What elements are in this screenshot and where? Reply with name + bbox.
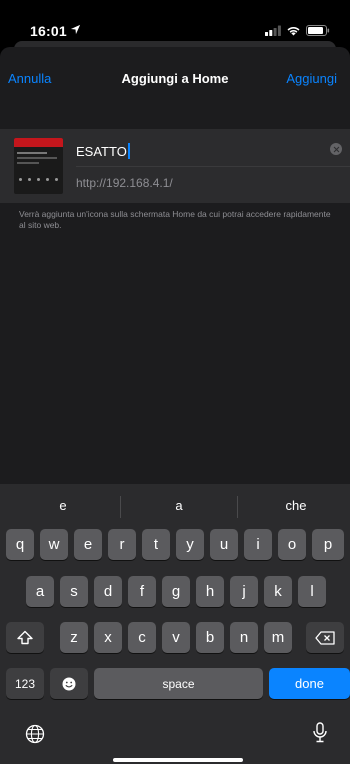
key-g[interactable]: g xyxy=(162,576,190,607)
key-w[interactable]: w xyxy=(40,529,68,560)
key-y[interactable]: y xyxy=(176,529,204,560)
key-i[interactable]: i xyxy=(244,529,272,560)
home-indicator xyxy=(113,758,243,762)
key-n[interactable]: n xyxy=(230,622,258,653)
bookmark-name-input[interactable]: ESATTO xyxy=(76,141,320,163)
space-key[interactable]: space xyxy=(94,668,263,699)
screen: 16:01 Annulla Aggiungi a Home Aggiungi E… xyxy=(0,0,350,764)
shift-icon xyxy=(17,630,33,645)
key-u[interactable]: u xyxy=(210,529,238,560)
key-j[interactable]: j xyxy=(230,576,258,607)
key-c[interactable]: c xyxy=(128,622,156,653)
emoji-icon xyxy=(62,677,76,690)
bookmark-name-value: ESATTO xyxy=(76,144,127,159)
wifi-icon xyxy=(287,27,300,36)
status-bar: 16:01 xyxy=(0,0,350,44)
field-divider xyxy=(76,166,350,167)
done-key[interactable]: done xyxy=(269,668,350,699)
globe-icon[interactable] xyxy=(25,724,45,744)
key-l[interactable]: l xyxy=(298,576,326,607)
key-d[interactable]: d xyxy=(94,576,122,607)
site-thumbnail xyxy=(14,138,63,194)
microphone-icon[interactable] xyxy=(312,722,328,744)
suggestion-2[interactable]: a xyxy=(121,498,237,513)
key-k[interactable]: k xyxy=(264,576,292,607)
status-indicators xyxy=(265,25,330,36)
hint-text: Verrà aggiunta un'icona sulla schermata … xyxy=(19,209,331,230)
key-e[interactable]: e xyxy=(74,529,102,560)
location-arrow-icon xyxy=(70,24,81,35)
shift-key[interactable] xyxy=(6,622,44,653)
clear-icon[interactable] xyxy=(330,143,342,155)
key-a[interactable]: a xyxy=(26,576,54,607)
add-button[interactable]: Aggiungi xyxy=(286,71,337,86)
backspace-key[interactable] xyxy=(306,622,344,653)
key-m[interactable]: m xyxy=(264,622,292,653)
key-v[interactable]: v xyxy=(162,622,190,653)
nav-bar: Annulla Aggiungi a Home Aggiungi xyxy=(0,61,350,97)
key-h[interactable]: h xyxy=(196,576,224,607)
key-f[interactable]: f xyxy=(128,576,156,607)
key-t[interactable]: t xyxy=(142,529,170,560)
bookmark-url: http://192.168.4.1/ xyxy=(76,176,173,190)
status-time: 16:01 xyxy=(30,23,67,39)
key-b[interactable]: b xyxy=(196,622,224,653)
suggestion-bar: e a che xyxy=(0,484,350,528)
suggestion-1[interactable]: e xyxy=(5,498,121,513)
suggestion-3[interactable]: che xyxy=(238,498,350,513)
text-caret xyxy=(127,143,130,159)
signal-icon xyxy=(265,25,281,36)
key-x[interactable]: x xyxy=(94,622,122,653)
battery-icon xyxy=(306,25,330,36)
key-p[interactable]: p xyxy=(312,529,344,560)
bookmark-card: ESATTO http://192.168.4.1/ xyxy=(0,129,350,203)
key-q[interactable]: q xyxy=(6,529,34,560)
keyboard: e a che q w e r t y u i o p a s d f g h … xyxy=(0,484,350,764)
key-z[interactable]: z xyxy=(60,622,88,653)
emoji-key[interactable] xyxy=(50,668,88,699)
numbers-key[interactable]: 123 xyxy=(6,668,44,699)
key-s[interactable]: s xyxy=(60,576,88,607)
key-o[interactable]: o xyxy=(278,529,306,560)
key-r[interactable]: r xyxy=(108,529,136,560)
backspace-icon xyxy=(315,630,335,645)
